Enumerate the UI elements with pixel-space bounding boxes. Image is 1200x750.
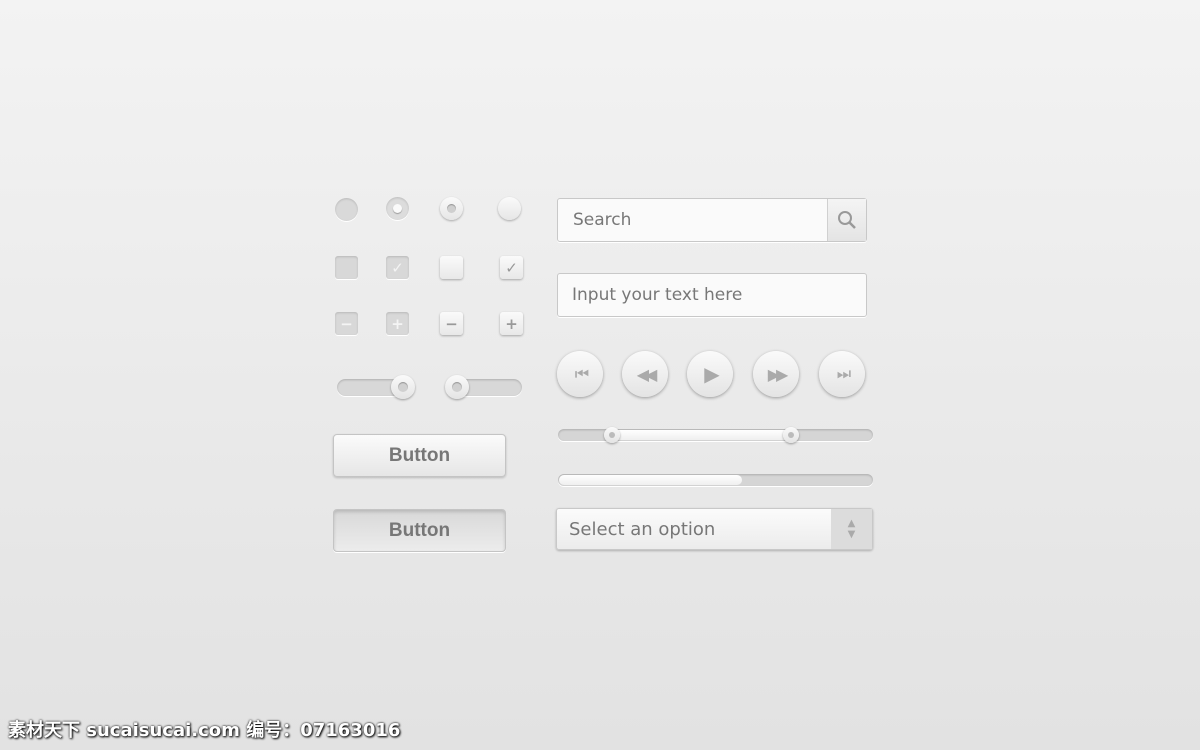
checkbox-unchecked[interactable] xyxy=(440,256,463,279)
skip-forward-button[interactable]: ⏭ xyxy=(819,351,865,397)
button-normal[interactable]: Button xyxy=(333,434,506,477)
slider-1[interactable] xyxy=(337,375,416,399)
radio-selected-inset[interactable] xyxy=(386,197,409,220)
checkbox-checked[interactable]: ✓ xyxy=(500,256,523,279)
checkbox-checked-inset[interactable]: ✓ xyxy=(386,256,409,279)
watermark: 素材天下 sucaisucai.com 编号：07163016 xyxy=(8,720,401,741)
minus-icon: − xyxy=(445,314,458,333)
play-icon: ▶ xyxy=(704,362,720,386)
plus-button[interactable]: + xyxy=(500,312,523,335)
slider-handle[interactable] xyxy=(444,375,469,399)
range-fill xyxy=(611,430,792,440)
button-pressed[interactable]: Button xyxy=(333,509,506,552)
fast-forward-button[interactable]: ▶▶ xyxy=(753,351,799,397)
rewind-icon: ◀◀ xyxy=(636,364,658,384)
slider-2[interactable] xyxy=(444,375,522,399)
play-button[interactable]: ▶ xyxy=(687,351,733,397)
search-input[interactable]: Search xyxy=(558,210,827,230)
radio-unselected[interactable] xyxy=(498,197,521,220)
plus-button-inset[interactable]: + xyxy=(386,312,409,335)
skip-forward-icon: ⏭ xyxy=(836,364,852,383)
radio-unselected-inset[interactable] xyxy=(335,198,358,221)
select-value: Select an option xyxy=(569,518,716,540)
select-dropdown[interactable]: Select an option ▲ ▼ xyxy=(556,508,873,550)
select-arrows-icon: ▲ ▼ xyxy=(831,509,872,549)
minus-button[interactable]: − xyxy=(440,312,463,335)
radio-selected[interactable] xyxy=(440,197,463,220)
minus-icon: − xyxy=(340,314,353,333)
checkbox-unchecked-inset[interactable] xyxy=(335,256,358,279)
range-handle-high[interactable] xyxy=(783,427,800,443)
search-button[interactable] xyxy=(827,199,866,241)
plus-icon: + xyxy=(391,314,404,333)
search-field[interactable]: Search xyxy=(557,198,867,242)
search-icon xyxy=(838,211,856,229)
plus-icon: + xyxy=(505,314,518,333)
rewind-button[interactable]: ◀◀ xyxy=(622,351,668,397)
minus-button-inset[interactable]: − xyxy=(335,312,358,335)
check-icon: ✓ xyxy=(391,258,404,277)
text-input[interactable]: Input your text here xyxy=(557,273,867,317)
range-slider[interactable] xyxy=(558,427,873,443)
fast-forward-icon: ▶▶ xyxy=(767,364,789,384)
slider-handle[interactable] xyxy=(391,375,416,399)
skip-back-button[interactable]: ⏮ xyxy=(557,351,603,397)
progress-fill xyxy=(559,475,742,485)
check-icon: ✓ xyxy=(505,258,518,277)
skip-back-icon: ⏮ xyxy=(574,364,590,383)
range-handle-low[interactable] xyxy=(603,427,620,443)
progress-bar xyxy=(558,474,873,486)
